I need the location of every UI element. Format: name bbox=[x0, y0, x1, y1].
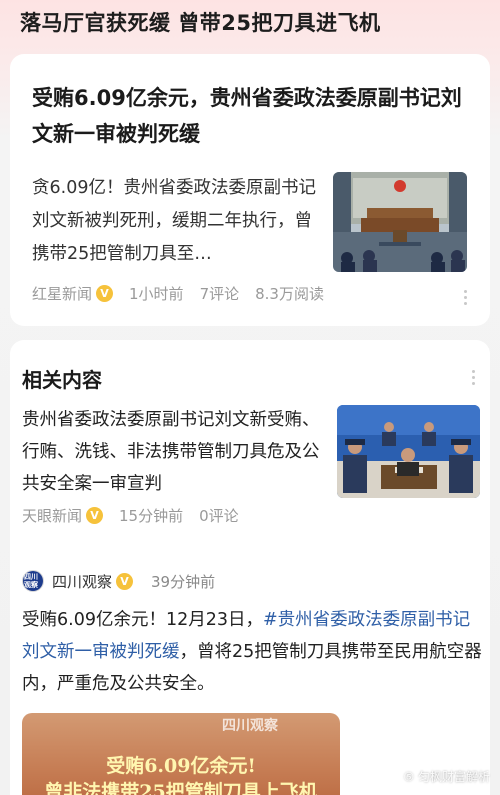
post-body-prefix: 受贿6.09亿余元！12月23日， bbox=[22, 610, 264, 630]
corner-watermark: ⑤ 匀枫财富解析 bbox=[403, 770, 490, 784]
more-options-icon[interactable] bbox=[462, 288, 468, 306]
article-summary[interactable]: 贪6.09亿！贵州省委政法委原副书记刘文新被判死刑，缓期二年执行，曾携带25把管… bbox=[32, 172, 322, 271]
author-avatar[interactable]: 四川观察 bbox=[22, 570, 44, 592]
article-comments[interactable]: 7评论 bbox=[200, 283, 240, 304]
related-time: 15分钟前 bbox=[119, 507, 184, 525]
related-item-thumbnail[interactable] bbox=[337, 405, 480, 498]
related-source[interactable]: 天眼新闻 bbox=[22, 505, 82, 526]
related-item-title[interactable]: 贵州省委政法委原副书记刘文新受贿、行贿、洗钱、非法携带管制刀具危及公共安全案一审… bbox=[22, 404, 332, 500]
article-thumbnail[interactable] bbox=[333, 172, 467, 272]
verified-badge-icon: V bbox=[116, 572, 134, 590]
post-author[interactable]: 四川观察 bbox=[52, 571, 112, 592]
page-top-title: 落马厅官获死缓 曾带25把刀具进飞机 bbox=[20, 11, 381, 35]
post-header[interactable]: 四川观察 四川观察 V 39分钟前 bbox=[22, 570, 215, 592]
avatar-label: 四川观察 bbox=[23, 571, 43, 591]
video-caption-line1: 受贿6.09亿余元! bbox=[106, 755, 256, 777]
verified-badge-icon: V bbox=[96, 285, 114, 302]
post-video-thumbnail[interactable]: 四川观察 受贿6.09亿余元! 曾非法携带25把管制刀具上飞机 bbox=[22, 713, 340, 795]
main-article-card[interactable]: 受贿6.09亿余元，贵州省委政法委原副书记刘文新一审被判死缓 贪6.09亿！贵州… bbox=[10, 54, 490, 326]
defendant-photo-icon bbox=[337, 405, 480, 498]
video-watermark: 四川观察 bbox=[222, 718, 278, 734]
courtroom-photo-icon bbox=[333, 172, 467, 272]
post-time: 39分钟前 bbox=[151, 572, 216, 591]
section-more-icon[interactable] bbox=[470, 368, 476, 386]
article-time: 1小时前 bbox=[129, 285, 184, 303]
video-caption-line2: 曾非法携带25把管制刀具上飞机 bbox=[44, 781, 318, 795]
related-comments[interactable]: 0评论 bbox=[199, 505, 239, 526]
post-body[interactable]: 受贿6.09亿余元！12月23日，#贵州省委政法委原副书记刘文新一审被判死缓，曾… bbox=[22, 604, 482, 700]
related-item-meta: 天眼新闻 V 15分钟前 0评论 bbox=[22, 505, 255, 526]
article-source[interactable]: 红星新闻 bbox=[32, 283, 92, 304]
article-headline[interactable]: 受贿6.09亿余元，贵州省委政法委原副书记刘文新一审被判死缓 bbox=[32, 80, 472, 152]
related-content-card: 相关内容 贵州省委政法委原副书记刘文新受贿、行贿、洗钱、非法携带管制刀具危及公共… bbox=[10, 340, 490, 795]
related-section-title: 相关内容 bbox=[22, 368, 102, 392]
article-meta: 红星新闻 V 1小时前 7评论 8.3万阅读 bbox=[32, 283, 340, 304]
article-reads: 8.3万阅读 bbox=[255, 285, 324, 303]
verified-badge-icon: V bbox=[86, 507, 104, 524]
